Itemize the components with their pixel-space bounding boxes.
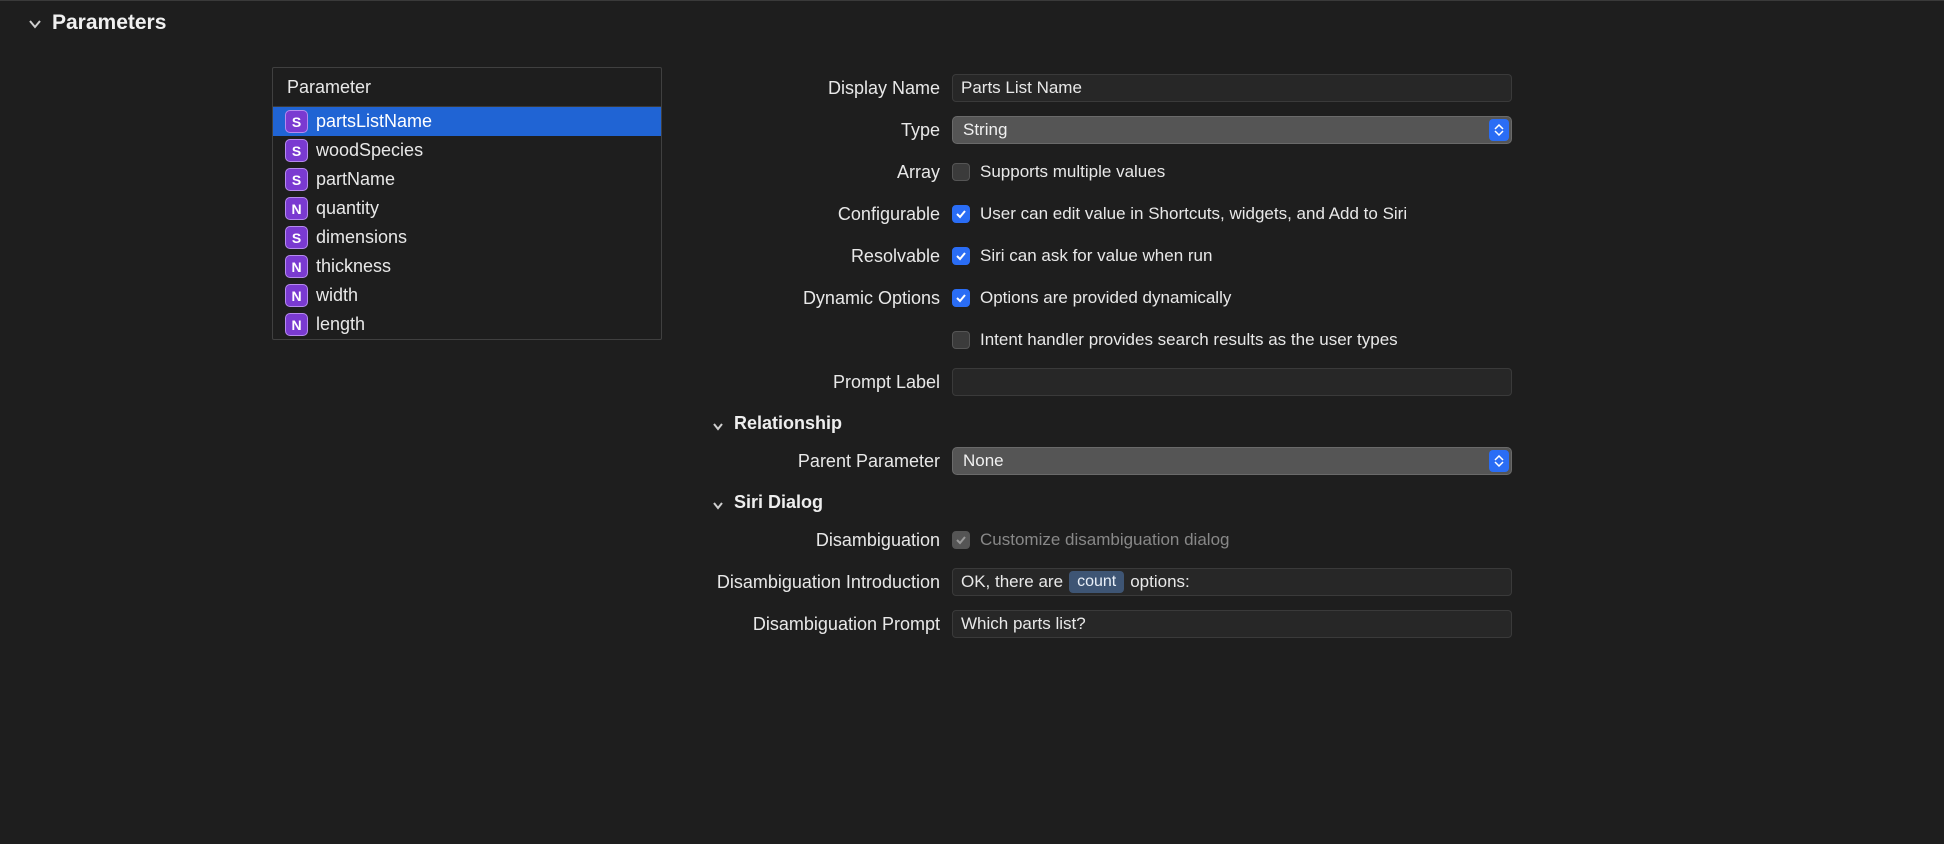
select-stepper-icon	[1489, 450, 1509, 472]
parameter-row-width[interactable]: Nwidth	[273, 281, 661, 310]
type-badge-icon: N	[285, 313, 308, 336]
dynamic-options-checkbox-label: Options are provided dynamically	[980, 288, 1231, 308]
parameter-row-partsListName[interactable]: SpartsListName	[273, 107, 661, 136]
resolvable-checkbox-label: Siri can ask for value when run	[980, 246, 1212, 266]
section-title: Parameters	[52, 11, 166, 35]
relationship-title: Relationship	[734, 413, 842, 434]
prompt-label-label: Prompt Label	[712, 372, 952, 393]
parameter-name: dimensions	[316, 227, 407, 248]
disambiguation-prompt-value: Which parts list?	[961, 614, 1086, 634]
type-badge-icon: N	[285, 197, 308, 220]
type-label: Type	[712, 120, 952, 141]
disambiguation-intro-input[interactable]: OK, there are count options:	[952, 568, 1512, 596]
configurable-label: Configurable	[712, 204, 952, 225]
dynamic-search-checkbox[interactable]	[952, 331, 970, 349]
array-label: Array	[712, 162, 952, 183]
parameter-row-quantity[interactable]: Nquantity	[273, 194, 661, 223]
type-badge-icon: S	[285, 226, 308, 249]
disambiguation-prompt-input[interactable]: Which parts list?	[952, 610, 1512, 638]
dynamic-options-label: Dynamic Options	[712, 288, 952, 309]
parameter-row-dimensions[interactable]: Sdimensions	[273, 223, 661, 252]
siri-dialog-subsection-header[interactable]: Siri Dialog	[712, 482, 1862, 519]
display-name-input[interactable]: Parts List Name	[952, 74, 1512, 102]
disambiguation-label: Disambiguation	[712, 530, 952, 551]
type-badge-icon: N	[285, 255, 308, 278]
parameter-name: woodSpecies	[316, 140, 423, 161]
type-badge-icon: S	[285, 168, 308, 191]
configurable-checkbox[interactable]	[952, 205, 970, 223]
type-badge-icon: S	[285, 110, 308, 133]
parameter-name: quantity	[316, 198, 379, 219]
parameter-name: width	[316, 285, 358, 306]
parent-parameter-value: None	[963, 451, 1004, 471]
relationship-subsection-header[interactable]: Relationship	[712, 403, 1862, 440]
resolvable-label: Resolvable	[712, 246, 952, 267]
chevron-down-icon	[28, 16, 42, 30]
parameter-name: partName	[316, 169, 395, 190]
parameter-row-thickness[interactable]: Nthickness	[273, 252, 661, 281]
parameters-section-header[interactable]: Parameters	[0, 1, 1944, 35]
disambiguation-checkbox-label: Customize disambiguation dialog	[980, 530, 1229, 550]
parameter-name: length	[316, 314, 365, 335]
type-select[interactable]: String	[952, 116, 1512, 144]
parameter-detail-form: Display Name Parts List Name Type String	[662, 67, 1862, 645]
parameter-row-woodSpecies[interactable]: SwoodSpecies	[273, 136, 661, 165]
chevron-down-icon	[712, 497, 724, 509]
disambiguation-intro-pre: OK, there are	[961, 572, 1063, 592]
parameter-row-partName[interactable]: SpartName	[273, 165, 661, 194]
parameter-name: thickness	[316, 256, 391, 277]
disambiguation-prompt-label: Disambiguation Prompt	[712, 614, 952, 635]
siri-dialog-title: Siri Dialog	[734, 492, 823, 513]
parent-parameter-select[interactable]: None	[952, 447, 1512, 475]
dynamic-search-checkbox-label: Intent handler provides search results a…	[980, 330, 1398, 350]
resolvable-checkbox[interactable]	[952, 247, 970, 265]
array-checkbox[interactable]	[952, 163, 970, 181]
dynamic-options-checkbox[interactable]	[952, 289, 970, 307]
chevron-down-icon	[712, 418, 724, 430]
disambiguation-checkbox	[952, 531, 970, 549]
parameter-row-length[interactable]: Nlength	[273, 310, 661, 339]
parameter-name: partsListName	[316, 111, 432, 132]
type-badge-icon: N	[285, 284, 308, 307]
disambiguation-intro-post: options:	[1130, 572, 1190, 592]
parameter-list-header: Parameter	[273, 68, 661, 107]
type-badge-icon: S	[285, 139, 308, 162]
disambiguation-intro-token-count[interactable]: count	[1069, 571, 1124, 593]
display-name-label: Display Name	[712, 78, 952, 99]
prompt-label-input[interactable]	[952, 368, 1512, 396]
display-name-value: Parts List Name	[961, 78, 1082, 98]
array-checkbox-label: Supports multiple values	[980, 162, 1165, 182]
parameter-list: Parameter SpartsListNameSwoodSpeciesSpar…	[272, 67, 662, 340]
configurable-checkbox-label: User can edit value in Shortcuts, widget…	[980, 204, 1407, 224]
select-stepper-icon	[1489, 119, 1509, 141]
type-value: String	[963, 120, 1007, 140]
parent-parameter-label: Parent Parameter	[712, 451, 952, 472]
disambiguation-intro-label: Disambiguation Introduction	[712, 572, 952, 593]
